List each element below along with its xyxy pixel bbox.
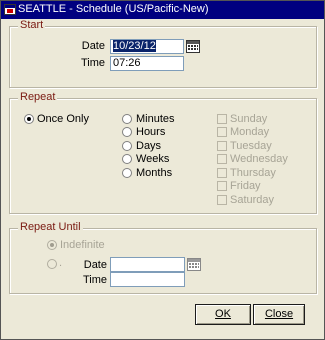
saturday-label: Saturday <box>230 194 275 206</box>
minutes-radio[interactable] <box>122 114 132 124</box>
until-date-field[interactable] <box>110 257 185 272</box>
minutes-label: Minutes <box>136 113 175 125</box>
until-date-radio-mark: . <box>59 257 63 269</box>
thursday-checkbox[interactable] <box>217 168 227 178</box>
tuesday-checkbox[interactable] <box>217 141 227 151</box>
sunday-checkbox[interactable] <box>217 114 227 124</box>
close-label: Close <box>264 308 294 320</box>
days-label: Days <box>136 140 162 152</box>
until-date-label: Date <box>83 259 107 271</box>
monday-checkbox[interactable] <box>217 127 227 137</box>
tuesday-label: Tuesday <box>230 140 272 152</box>
hours-label: Hours <box>136 126 166 138</box>
until-calendar-icon[interactable] <box>187 258 201 271</box>
friday-checkbox[interactable] <box>217 181 227 191</box>
saturday-checkbox[interactable] <box>217 195 227 205</box>
start-time-label: Time <box>80 57 105 69</box>
start-date-label: Date <box>81 40 105 52</box>
until-date-radio[interactable] <box>47 259 57 269</box>
repeat-until-legend: Repeat Until <box>18 221 83 233</box>
weeks-label: Weeks <box>136 153 170 165</box>
app-icon <box>4 4 16 15</box>
start-calendar-icon[interactable] <box>186 40 200 53</box>
ok-label: OK <box>215 308 231 320</box>
once-only-radio[interactable] <box>24 114 34 124</box>
indefinite-radio[interactable] <box>47 240 57 250</box>
weeks-radio[interactable] <box>122 154 132 164</box>
wednesday-checkbox[interactable] <box>217 154 227 164</box>
start-time-field[interactable]: 07:26 <box>110 56 184 71</box>
close-button[interactable]: Close <box>253 304 305 325</box>
months-label: Months <box>136 167 173 179</box>
once-only-label: Once Only <box>37 113 89 125</box>
months-radio[interactable] <box>122 168 132 178</box>
hours-radio[interactable] <box>122 127 132 137</box>
sunday-label: Sunday <box>230 113 268 125</box>
indefinite-label: Indefinite <box>60 239 105 251</box>
wednesday-label: Wednesday <box>230 153 288 165</box>
start-date-value: 10/23/12 <box>113 40 156 52</box>
friday-label: Friday <box>230 180 261 192</box>
title-bar[interactable]: SEATTLE - Schedule (US/Pacific-New) <box>1 1 324 19</box>
until-time-label: Time <box>82 274 107 286</box>
ok-button[interactable]: OK <box>195 304 251 325</box>
start-legend: Start <box>18 19 46 31</box>
schedule-window: SEATTLE - Schedule (US/Pacific-New) Star… <box>0 0 325 340</box>
start-date-field[interactable]: 10/23/12 <box>110 39 184 54</box>
days-radio[interactable] <box>122 141 132 151</box>
monday-label: Monday <box>230 126 270 138</box>
until-time-field[interactable] <box>110 272 185 287</box>
start-time-value: 07:26 <box>113 57 141 69</box>
window-title: SEATTLE - Schedule (US/Pacific-New) <box>18 3 209 15</box>
dialog-body: Start Date 10/23/12 Time 07:26 Repeat On… <box>1 19 324 339</box>
thursday-label: Thursday <box>230 167 276 179</box>
repeat-legend: Repeat <box>18 91 58 103</box>
